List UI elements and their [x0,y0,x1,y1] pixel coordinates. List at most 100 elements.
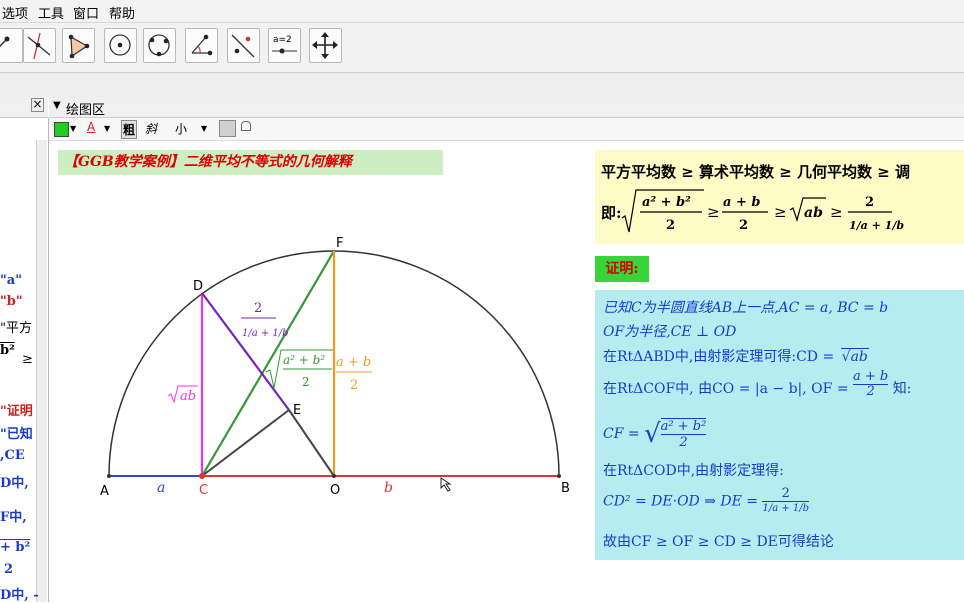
label-A: A [100,484,109,499]
algebra-line: "平方 [0,321,32,336]
proof-line2: OF为半径,CE ⊥ OD [603,324,737,340]
algebra-line: "b" [0,294,23,309]
segment-CE [201,409,290,477]
proof-line1: 已知C为半圆直线AB上一点,AC = a, BC = b [603,300,889,316]
label-hm: 2 1/a + 1/b [241,301,289,339]
close-icon[interactable]: × [31,98,44,112]
menu-item-help[interactable]: 帮助 [109,3,135,22]
circle-3pts-icon[interactable] [143,28,176,63]
algebra-geq: ≥ [22,352,33,367]
label-hm-num: 2 [254,301,262,316]
proof-line5-prefix: CF = [603,426,645,442]
italic-button[interactable]: 斜 [145,120,157,137]
font-size-select[interactable]: 小 [175,120,187,137]
proof-line7-den: 1/a + 1/b [762,503,810,514]
proof-line3-root: ab [850,349,868,365]
proof-line4-suffix: 知: [892,381,912,397]
lock-icon[interactable] [241,121,251,131]
label-seg-b: b [384,480,393,496]
algebra-line: + b² [0,540,31,555]
label-rms-den: 2 [302,375,310,389]
theorem-box: 平方平均数 ≥ 算术平均数 ≥ 几何平均数 ≥ 调 即: a² + b² 2 ≥… [595,150,964,244]
pin-icon[interactable] [219,120,236,137]
theorem-am-num: a + b [723,195,760,210]
point-C[interactable] [199,473,205,479]
proof-line5: CF = √ a² + b² 2 [603,418,707,450]
graphics-title: 绘图区 [66,103,106,118]
menu-item-window[interactable]: 窗口 [73,3,99,22]
theorem-hm-num: 2 [865,195,874,210]
slider-icon[interactable]: a=2 [268,28,301,63]
angle-icon[interactable] [185,28,218,63]
menu-item-tools[interactable]: 工具 [38,3,64,22]
collapse-triangle-icon[interactable]: ▼ [53,100,61,111]
algebra-line: ,CE [0,448,25,463]
algebra-scrollbar[interactable] [36,140,47,602]
label-O: O [330,483,340,498]
proof-line4-den: 2 [866,383,875,399]
circle-icon[interactable] [104,28,137,63]
algebra-line: "证明 [0,404,33,419]
bold-button[interactable]: 粗 [121,120,138,139]
menu-bar: 选项 工具 窗口 帮助 [0,0,964,23]
label-seg-a: a [157,480,165,496]
theorem-line1: 平方平均数 ≥ 算术平均数 ≥ 几何平均数 ≥ 调 [601,163,911,181]
reflect-icon[interactable] [227,28,260,63]
label-C: C [199,483,208,498]
dropdown-icon[interactable]: ▼ [201,124,207,133]
geometry-canvas[interactable]: A C O B D E F a b ab 2 1/a + 1/b a² + b²… [49,141,589,602]
point-O[interactable] [332,474,336,478]
label-gm-text: ab [180,389,196,404]
perpendicular-line-icon[interactable] [23,28,56,63]
color-swatch[interactable] [54,122,69,137]
theorem-gm: ab [804,205,823,221]
proof-line7: CD² = DE·OD ⇒ DE = 2 1/a + 1/b [603,487,810,516]
label-am-num: a + b [336,355,371,370]
label-hm-den: 1/a + 1/b [242,328,289,339]
label-D: D [193,279,203,294]
proof-line5-num: a² + b² [660,419,707,435]
theorem-rms-num: a² + b² [642,195,691,210]
style-bar: ▼ A ▼ 粗 斜 小 ▼ [49,118,964,141]
theorem-geq3: ≥ [830,203,843,221]
proof-line7-prefix: CD² = DE·OD ⇒ DE = [603,493,763,510]
move-graphic-icon[interactable] [0,28,23,63]
theorem-prefix: 即: [601,204,622,222]
segment-EO [288,409,335,477]
proof-line4: 在RtΔCOF中, 由CO = |a − b|, OF = a + b 2 知: [603,369,912,399]
algebra-line: "a" [0,273,22,288]
theorem-formula: a² + b² 2 ≥ a + b 2 ≥ ab ≥ 2 1/a + 1/b [621,189,904,233]
label-E: E [293,403,301,418]
proof-line7-num: 2 [762,487,810,502]
dropdown-icon[interactable]: ▼ [70,124,76,133]
move-view-icon[interactable] [309,28,342,63]
theorem-geq2: ≥ [774,203,787,221]
label-B: B [561,481,570,496]
algebra-header: × [0,97,48,118]
algebra-line: b² [0,343,15,358]
proof-line8: 故由CF ≥ OF ≥ CD ≥ DE可得结论 [603,534,834,550]
toolbar: a=2 [0,23,964,73]
proof-line5-den: 2 [679,435,688,450]
label-F: F [336,236,343,251]
label-rms-num: a² + b² [283,353,325,367]
label-gm: ab [167,385,198,404]
proof-line3-prefix: 在RtΔABD中,由射影定理可得:CD = [603,349,839,365]
proof-line4-num: a + b [853,368,889,385]
algebra-line: D中, [0,476,29,491]
proof-badge: 证明: [595,256,649,282]
theorem-am-den: 2 [739,218,748,233]
point-B[interactable] [557,474,561,478]
slider-label: a=2 [273,35,292,45]
proof-line4-prefix: 在RtΔCOF中, 由CO = |a − b|, OF = [603,381,853,397]
dropdown-icon[interactable]: ▼ [104,124,110,133]
label-rms: a² + b² 2 [265,349,333,389]
algebra-line: F中, [0,510,27,525]
text-color-button[interactable]: A [87,120,95,134]
menu-item-options[interactable]: 选项 [2,3,28,22]
point-A[interactable] [107,474,111,478]
toolbar-spacer [0,73,964,97]
polygon-icon[interactable] [62,28,95,63]
graphics-header: ▼ 绘图区 [49,97,964,118]
theorem-hm-den: 1/a + 1/b [849,219,904,232]
